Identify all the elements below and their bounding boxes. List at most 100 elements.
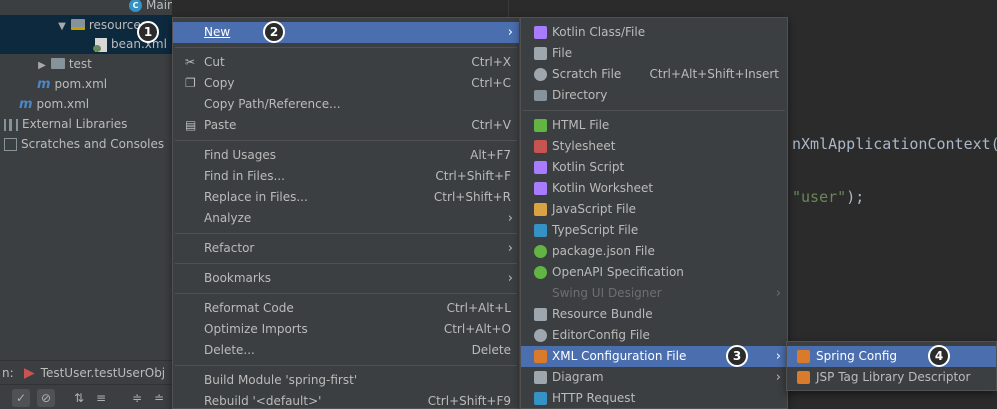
submenu-arrow-icon: ›	[507, 211, 513, 226]
submenu-arrow-icon: ›	[507, 241, 513, 256]
menu-item-resource-bundle[interactable]: Resource Bundle	[521, 304, 787, 325]
step-badge-3: 3	[726, 345, 748, 367]
menu-item-find-usages[interactable]: Find Usages Alt+F7	[173, 145, 519, 166]
nodejs-icon	[534, 245, 547, 258]
menu-item-javascript-file[interactable]: JavaScript File	[521, 199, 787, 220]
menu-item-package-json[interactable]: package.json File	[521, 241, 787, 262]
submenu-arrow-icon: ›	[775, 286, 781, 301]
step-badge-4: 4	[928, 345, 950, 367]
menu-item-new[interactable]: New ›	[173, 22, 519, 43]
menu-item-kotlin-class[interactable]: Kotlin Class/File	[521, 22, 787, 43]
xml-icon	[534, 350, 547, 363]
submenu-arrow-icon: ›	[507, 271, 513, 286]
menu-item-copy-path[interactable]: Copy Path/Reference...	[173, 94, 519, 115]
menu-item-find-in-files[interactable]: Find in Files... Ctrl+Shift+F	[173, 166, 519, 187]
menu-item-replace-in-files[interactable]: Replace in Files... Ctrl+Shift+R	[173, 187, 519, 208]
library-icon	[4, 118, 18, 131]
menu-separator	[175, 293, 517, 294]
code-line-1: nXmlApplicationContext(	[792, 135, 997, 153]
maven-icon: m	[19, 96, 33, 112]
menu-item-refactor[interactable]: Refactor ›	[173, 238, 519, 259]
expand-all-icon[interactable]: ≑	[128, 389, 146, 407]
menu-item-rebuild[interactable]: Rebuild '<default>' Ctrl+Shift+F9	[173, 391, 519, 409]
menu-item-file[interactable]: File	[521, 43, 787, 64]
chevron-right-icon[interactable]: ▶	[37, 56, 47, 76]
diagram-icon	[534, 371, 547, 384]
folder-icon	[50, 58, 65, 69]
menu-item-stylesheet[interactable]: Stylesheet	[521, 136, 787, 157]
menu-item-editorconfig[interactable]: EditorConfig File	[521, 325, 787, 346]
menu-separator	[175, 47, 517, 48]
menu-item-copy[interactable]: ❐ Copy Ctrl+C	[173, 73, 519, 94]
menu-item-bookmarks[interactable]: Bookmarks ›	[173, 268, 519, 289]
menu-item-delete[interactable]: Delete... Delete	[173, 340, 519, 361]
kotlin-worksheet-icon	[534, 182, 547, 195]
menu-item-typescript-file[interactable]: TypeScript File	[521, 220, 787, 241]
resource-bundle-icon	[534, 308, 547, 321]
tree-item-scratches[interactable]: Scratches and Consoles	[0, 134, 172, 154]
tree-item-pom-xml[interactable]: m pom.xml	[0, 74, 172, 94]
sort-icon[interactable]: ⇅	[70, 389, 88, 407]
menu-item-directory[interactable]: Directory	[521, 85, 787, 106]
menu-item-analyze[interactable]: Analyze ›	[173, 208, 519, 229]
code-line-2: "user");	[792, 188, 865, 206]
tree-item-label: test	[68, 57, 92, 71]
run-tab-label[interactable]: TestUser.testUserObj	[41, 366, 166, 380]
folder-icon	[534, 90, 547, 101]
menu-item-spring-config[interactable]: Spring Config	[787, 346, 996, 367]
menu-item-diagram[interactable]: Diagram ›	[521, 367, 787, 388]
menu-item-reformat-code[interactable]: Reformat Code Ctrl+Alt+L	[173, 298, 519, 319]
jsp-tag-icon	[797, 371, 810, 384]
tree-item-pom-xml-root[interactable]: m pom.xml	[0, 94, 172, 114]
gear-icon	[534, 329, 547, 342]
paste-icon: ▤	[185, 118, 197, 132]
openapi-icon	[534, 266, 547, 279]
run-tab-bar: n: TestUser.testUserObj	[0, 360, 172, 384]
menu-separator	[175, 263, 517, 264]
menu-item-optimize-imports[interactable]: Optimize Imports Ctrl+Alt+O	[173, 319, 519, 340]
context-menu: New › ✂ Cut Ctrl+X ❐ Copy Ctrl+C Copy Pa…	[172, 17, 520, 409]
tree-item-label: Main	[146, 0, 175, 12]
maven-icon: m	[37, 76, 51, 92]
run-prefix: n:	[2, 366, 14, 380]
show-ignored-icon[interactable]: ⊘	[37, 389, 55, 407]
menu-item-kotlin-worksheet[interactable]: Kotlin Worksheet	[521, 178, 787, 199]
file-icon	[534, 47, 547, 60]
tree-item-external-libraries[interactable]: External Libraries	[0, 114, 172, 134]
kotlin-icon	[534, 26, 547, 39]
menu-item-scratch-file[interactable]: Scratch File Ctrl+Alt+Shift+Insert	[521, 64, 787, 85]
step-badge-2: 2	[263, 21, 285, 43]
show-passed-icon[interactable]: ✓	[12, 389, 30, 407]
menu-item-paste[interactable]: ▤ Paste Ctrl+V	[173, 115, 519, 136]
menu-separator	[175, 365, 517, 366]
kotlin-script-icon	[534, 161, 547, 174]
menu-item-cut[interactable]: ✂ Cut Ctrl+X	[173, 52, 519, 73]
xml-config-submenu: Spring Config JSP Tag Library Descriptor	[786, 341, 997, 391]
step-badge-1: 1	[137, 21, 159, 43]
javascript-icon	[534, 203, 547, 216]
menu-item-kotlin-script[interactable]: Kotlin Script	[521, 157, 787, 178]
menu-item-html-file[interactable]: HTML File	[521, 115, 787, 136]
menu-item-http-request[interactable]: HTTP Request	[521, 388, 787, 409]
spring-xml-icon	[93, 37, 107, 52]
submenu-arrow-icon: ›	[775, 370, 781, 385]
menu-item-jsp-tag-library[interactable]: JSP Tag Library Descriptor	[787, 367, 996, 388]
tree-item-label: External Libraries	[22, 117, 128, 131]
project-tree: C Main ▼ resources bean.xml ▶ test m pom.x…	[0, 0, 175, 360]
menu-item-openapi[interactable]: OpenAPI Specification	[521, 262, 787, 283]
copy-icon: ❐	[185, 76, 196, 90]
tree-item-test[interactable]: ▶ test	[0, 54, 172, 74]
scratches-icon	[4, 138, 17, 151]
tree-item-label: pom.xml	[36, 97, 90, 111]
collapse-all-icon[interactable]: ≐	[150, 389, 168, 407]
css-icon	[534, 140, 547, 153]
sort-duration-icon[interactable]: ≡	[92, 389, 110, 407]
new-submenu: Kotlin Class/File File Scratch File Ctrl…	[520, 17, 788, 409]
menu-item-build-module[interactable]: Build Module 'spring-first'	[173, 370, 519, 391]
tree-item-label: pom.xml	[54, 77, 108, 91]
menu-separator	[175, 233, 517, 234]
scratch-file-icon	[534, 68, 547, 81]
typescript-icon	[534, 224, 547, 237]
tree-item-main[interactable]: C Main	[0, 0, 175, 15]
menu-separator	[523, 110, 785, 111]
